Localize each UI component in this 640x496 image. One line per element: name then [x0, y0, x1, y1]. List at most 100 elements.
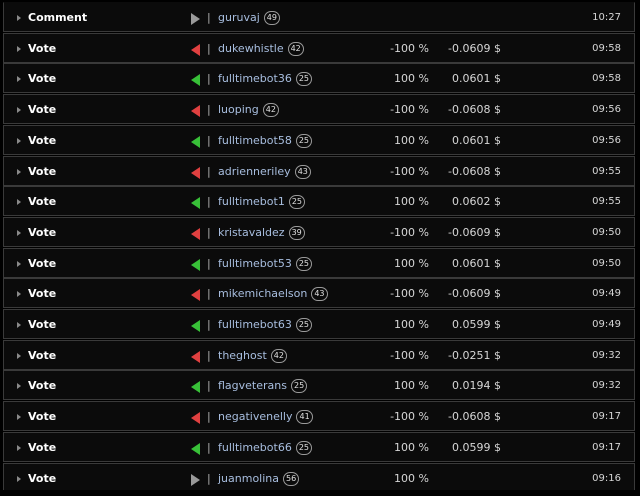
activity-row[interactable]: Vote | fulltimebot1 25 100 % 0.0602 $ 09:55 — [3, 186, 635, 217]
activity-type: Vote — [28, 225, 57, 239]
separator: | — [207, 287, 211, 301]
vote-percent: 100 % — [394, 471, 429, 485]
username-text[interactable]: fulltimebot63 — [218, 318, 292, 331]
username-link[interactable]: adrienneriley 43 — [218, 164, 311, 179]
downvote-arrow-icon — [191, 105, 200, 118]
caret-right-icon[interactable] — [17, 383, 21, 390]
activity-row[interactable]: Vote | fulltimebot36 25 100 % 0.0601 $ 09:58 — [3, 63, 635, 94]
activity-type: Vote — [28, 287, 57, 301]
activity-row[interactable]: Vote | negativenelly 41 -100 % -0.0608 $ 09:17 — [3, 401, 635, 432]
activity-row[interactable]: Vote | dukewhistle 42 -100 % -0.0609 $ 09:58 — [3, 32, 635, 63]
caret-right-icon[interactable] — [17, 352, 21, 359]
vote-percent: -100 % — [390, 41, 429, 55]
caret-right-icon[interactable] — [17, 260, 21, 267]
timestamp: 09:49 — [592, 288, 621, 300]
username-text[interactable]: negativenelly — [218, 410, 292, 423]
username-text[interactable]: luoping — [218, 103, 259, 116]
username-link[interactable]: kristavaldez 39 — [218, 225, 305, 240]
activity-row[interactable]: Vote | adrienneriley 43 -100 % -0.0608 $ 09:55 — [3, 155, 635, 186]
activity-row[interactable]: Vote | flagveterans 25 100 % 0.0194 $ 09:32 — [3, 370, 635, 401]
username-text[interactable]: mikemichaelson — [218, 287, 307, 300]
upvote-arrow-icon — [191, 135, 200, 148]
activity-type: Vote — [28, 256, 57, 270]
activity-row[interactable]: Vote | theghost 42 -100 % -0.0251 $ 09:32 — [3, 339, 635, 370]
vote-value: 0.0194 $ — [452, 379, 501, 393]
caret-right-icon[interactable] — [17, 322, 21, 328]
caret-right-icon[interactable] — [17, 15, 21, 21]
username-link[interactable]: negativenelly 41 — [218, 410, 313, 425]
vote-value: 0.0601 $ — [452, 72, 501, 86]
username-text[interactable]: fulltimebot53 — [218, 257, 292, 270]
username-link[interactable]: theghost 42 — [218, 348, 287, 363]
username-text[interactable]: fulltimebot58 — [218, 134, 292, 147]
downvote-arrow-icon — [191, 166, 200, 179]
username-text[interactable]: fulltimebot36 — [218, 72, 292, 85]
username-link[interactable]: fulltimebot58 25 — [218, 133, 313, 148]
separator: | — [207, 41, 211, 55]
upvote-arrow-icon — [191, 320, 200, 332]
username-link[interactable]: mikemichaelson 43 — [218, 287, 328, 302]
username-text[interactable]: adrienneriley — [218, 165, 291, 178]
caret-right-icon[interactable] — [17, 229, 21, 236]
timestamp: 10:27 — [592, 12, 621, 23]
activity-row[interactable]: Vote | juanmolina 56 100 % 09:16 — [3, 462, 635, 490]
caret-right-icon[interactable] — [17, 168, 21, 175]
caret-right-icon[interactable] — [17, 444, 21, 451]
comment-arrow-icon — [191, 13, 200, 25]
activity-row[interactable]: Vote | fulltimebot53 25 100 % 0.0601 $ 09:50 — [3, 247, 635, 278]
vote-percent: 100 % — [394, 72, 429, 86]
username-text[interactable]: flagveterans — [218, 379, 287, 392]
separator: | — [207, 11, 211, 24]
caret-right-icon[interactable] — [17, 199, 21, 206]
separator: | — [207, 440, 211, 454]
caret-right-icon[interactable] — [17, 414, 21, 421]
reputation-badge: 25 — [295, 256, 313, 271]
timestamp: 09:49 — [592, 319, 621, 330]
caret-right-icon[interactable] — [17, 45, 21, 52]
username-link[interactable]: guruvaj 49 — [218, 11, 280, 25]
activity-row[interactable]: Vote | fulltimebot63 25 100 % 0.0599 $ 09:49 — [3, 309, 635, 339]
activity-row[interactable]: Vote | fulltimebot58 25 100 % 0.0601 $ 09:56 — [3, 124, 635, 155]
reputation-badge: 41 — [296, 410, 313, 425]
timestamp: 09:17 — [592, 441, 621, 453]
caret-right-icon[interactable] — [17, 107, 21, 114]
separator: | — [207, 164, 211, 178]
upvote-arrow-icon — [191, 381, 200, 394]
username-text[interactable]: theghost — [218, 349, 267, 362]
caret-right-icon[interactable] — [17, 291, 21, 298]
vote-percent: -100 % — [390, 287, 429, 301]
upvote-arrow-icon — [191, 74, 200, 87]
caret-right-icon[interactable] — [17, 475, 21, 482]
vote-value: -0.0608 $ — [448, 103, 501, 117]
username-text[interactable]: fulltimebot1 — [218, 195, 285, 208]
activity-row[interactable]: Comment | guruvaj 49 10:27 — [3, 2, 635, 32]
vote-percent: -100 % — [390, 164, 429, 178]
caret-right-icon[interactable] — [17, 137, 21, 144]
username-text[interactable]: fulltimebot66 — [218, 441, 292, 454]
vote-value: 0.0599 $ — [452, 440, 501, 454]
activity-row[interactable]: Vote | luoping 42 -100 % -0.0608 $ 09:56 — [3, 94, 635, 125]
username-link[interactable]: fulltimebot66 25 — [218, 440, 313, 455]
username-link[interactable]: juanmolina 56 — [218, 471, 300, 486]
username-link[interactable]: flagveterans 25 — [218, 379, 308, 394]
activity-row[interactable]: Vote | fulltimebot66 25 100 % 0.0599 $ 09:17 — [3, 431, 635, 462]
caret-right-icon[interactable] — [17, 76, 21, 83]
username-link[interactable]: luoping 42 — [218, 103, 279, 118]
username-link[interactable]: fulltimebot36 25 — [218, 72, 313, 87]
vote-percent: 100 % — [394, 379, 429, 393]
activity-row[interactable]: Vote | mikemichaelson 43 -100 % -0.0609 $ 09:4… — [3, 278, 635, 309]
activity-type: Vote — [28, 471, 57, 485]
username-text[interactable]: dukewhistle — [218, 42, 284, 55]
username-text[interactable]: juanmolina — [218, 472, 279, 485]
timestamp: 09:55 — [592, 165, 621, 177]
username-text[interactable]: guruvaj — [218, 11, 260, 24]
vote-percent: -100 % — [390, 410, 429, 424]
reputation-badge: 25 — [290, 379, 308, 394]
username-text[interactable]: kristavaldez — [218, 226, 285, 239]
activity-row[interactable]: Vote | kristavaldez 39 -100 % -0.0609 $ 09:50 — [3, 216, 635, 247]
username-link[interactable]: dukewhistle 42 — [218, 41, 304, 56]
username-link[interactable]: fulltimebot63 25 — [218, 318, 313, 332]
upvote-arrow-icon — [191, 197, 200, 210]
username-link[interactable]: fulltimebot53 25 — [218, 256, 313, 271]
username-link[interactable]: fulltimebot1 25 — [218, 195, 306, 210]
